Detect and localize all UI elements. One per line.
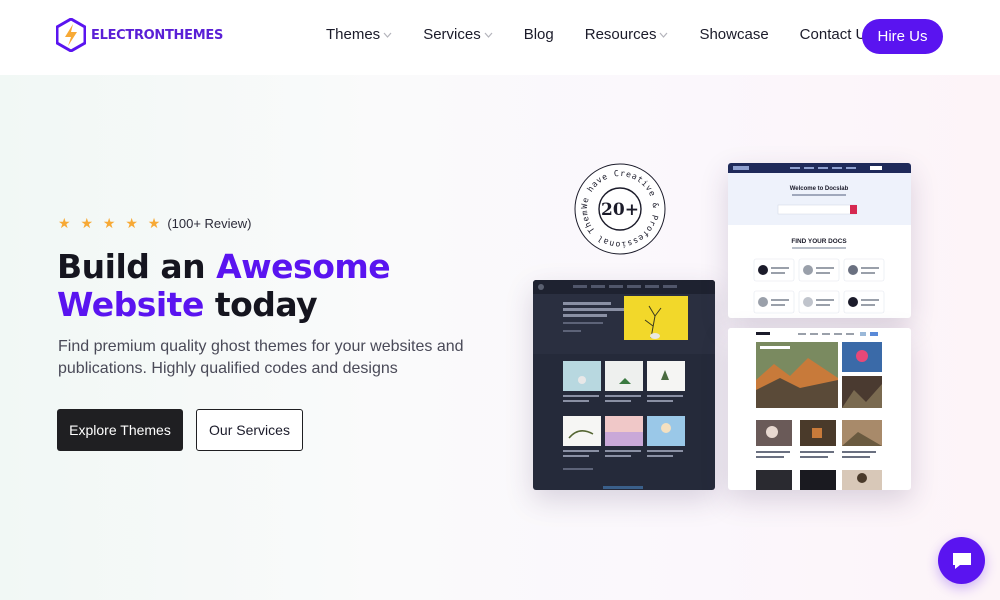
blog-theme-preview-graphic	[728, 328, 911, 490]
brand-logo-link[interactable]: ELECTRONTHEMES	[56, 18, 223, 52]
chevron-down-icon	[660, 32, 668, 38]
review-count: (100+ Review)	[167, 216, 252, 231]
blog-theme-preview[interactable]	[728, 328, 911, 490]
top-navigation-bar: ELECTRONTHEMES Themes Services Blog Reso…	[0, 0, 1000, 75]
dark-theme-preview-graphic	[533, 280, 715, 489]
headline-accent-awesome: Awesome	[216, 247, 391, 286]
our-services-button[interactable]: Our Services	[196, 409, 303, 451]
nav-item-resources[interactable]: Resources	[585, 26, 669, 43]
nav-item-showcase[interactable]: Showcase	[699, 26, 768, 43]
hire-us-button[interactable]: Hire Us	[862, 19, 943, 54]
nav-item-themes[interactable]: Themes	[326, 26, 392, 43]
hero-headline: Build an Awesome Website today	[57, 248, 477, 324]
star-rating: ★ ★ ★ ★ ★	[58, 215, 164, 231]
nav-item-blog[interactable]: Blog	[524, 26, 554, 43]
chevron-down-icon	[383, 32, 392, 38]
nav-item-label: Blog	[523, 26, 554, 43]
nav-item-label: Showcase	[699, 26, 769, 43]
nav-item-label: Services	[423, 26, 481, 43]
docs-theme-preview[interactable]: Welcome to Docslab FIND YOUR DOCS	[728, 163, 911, 318]
dark-theme-preview[interactable]	[533, 280, 715, 490]
live-chat-button[interactable]	[938, 537, 985, 584]
chat-bubble-icon	[952, 552, 971, 569]
chevron-down-icon	[484, 32, 493, 38]
headline-text: today	[203, 285, 318, 324]
bolt-logo-icon	[56, 18, 86, 52]
brand-name: ELECTRONTHEMES	[91, 27, 224, 43]
headline-accent-website: Website	[57, 285, 204, 324]
nav-item-services[interactable]: Services	[423, 26, 493, 43]
explore-themes-button[interactable]: Explore Themes	[57, 409, 183, 451]
docs-welcome-text: Welcome to Docslab	[790, 186, 849, 192]
nav-item-label: Themes	[326, 26, 381, 43]
rating-row: ★ ★ ★ ★ ★ (100+ Review)	[58, 215, 252, 232]
creative-themes-badge: We have Creative & Professional Theme 20…	[574, 163, 666, 255]
badge-count: 20+	[601, 200, 639, 220]
hero-subtext: Find premium quality ghost themes for yo…	[58, 338, 464, 377]
docs-section-title: FIND YOUR DOCS	[791, 238, 847, 245]
nav-item-label: Resources	[584, 26, 657, 43]
headline-text: Build an	[57, 247, 217, 286]
main-nav: Themes Services Blog Resources Showcase …	[326, 26, 874, 43]
docs-theme-preview-graphic: Welcome to Docslab FIND YOUR DOCS	[728, 163, 911, 314]
